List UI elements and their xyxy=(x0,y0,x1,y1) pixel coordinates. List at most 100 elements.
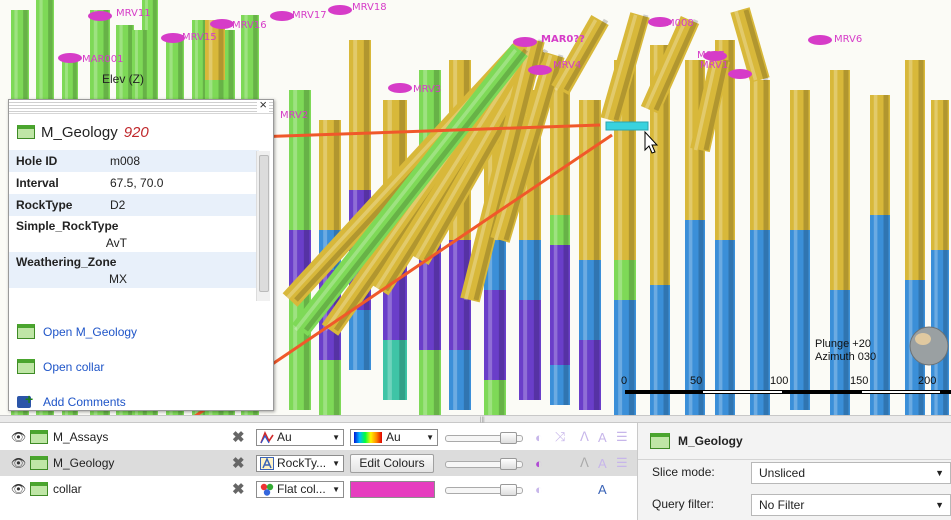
colour-column-value: RockTy... xyxy=(277,456,327,470)
add-comments-link[interactable]: Add Comments xyxy=(17,384,137,410)
well-label-mrv4: MRV4 xyxy=(553,60,582,71)
attribute-scrollbar[interactable] xyxy=(256,151,270,301)
collar-marker xyxy=(728,69,752,79)
text-icon[interactable]: A xyxy=(598,456,607,471)
colour-mode-select[interactable]: Flat col... ▼ xyxy=(256,480,344,498)
slice-icon[interactable]: ◐ xyxy=(535,430,543,445)
add-comments-label: Add Comments xyxy=(43,394,126,409)
layer-list: 👁 M_Assays ✖ Au ▼ Au ▼ ◐ ⤨ ᐱ A ☰ 👁 M_Geo… xyxy=(0,423,637,520)
well-label-mrv17: MRV17 xyxy=(292,10,327,21)
colour-ramp-label: Au xyxy=(386,429,401,444)
attribute-value: MX xyxy=(109,272,127,286)
chevron-down-icon: ▼ xyxy=(332,432,340,442)
eye-icon[interactable]: 👁 xyxy=(11,430,26,444)
collar-marker xyxy=(58,53,82,63)
slider-handle[interactable] xyxy=(500,458,517,470)
globe-highlight xyxy=(915,333,931,345)
table-icon xyxy=(17,359,35,374)
list-icon[interactable]: ☰ xyxy=(616,455,628,471)
elevation-axis-label: Elev (Z) xyxy=(102,72,144,86)
label-icon[interactable]: ᐱ xyxy=(580,429,589,445)
layer-row-collar[interactable]: 👁 collar ✖ Flat col... ▼ ◐ A xyxy=(0,476,637,502)
eye-icon[interactable]: 👁 xyxy=(11,456,26,470)
well-label-mrv11: MRV11 xyxy=(116,8,151,19)
slice-mode-value: Unsliced xyxy=(759,466,806,480)
well-label-mrv18: MRV18 xyxy=(352,2,387,13)
label-icon[interactable]: ᐱ xyxy=(580,455,589,471)
collar-marker xyxy=(388,83,412,93)
chevron-down-icon: ▼ xyxy=(332,458,340,468)
slice-icon[interactable]: ◐ xyxy=(535,482,543,497)
query-filter-select[interactable]: No Filter ▼ xyxy=(751,494,951,516)
colour-column-select[interactable]: Au ▼ xyxy=(256,428,344,446)
popup-drag-handle[interactable]: × xyxy=(9,100,273,114)
layer-name: collar xyxy=(53,482,82,496)
open-collar-link[interactable]: Open collar xyxy=(17,349,137,384)
popup-table-name: M_Geology xyxy=(41,123,118,141)
open-table-link[interactable]: Open M_Geology xyxy=(17,314,137,349)
collar-marker xyxy=(808,35,832,45)
flat-colour-swatch[interactable] xyxy=(350,480,435,498)
text-icon[interactable]: A xyxy=(598,430,607,445)
slider-handle[interactable] xyxy=(500,432,517,444)
open-collar-label: Open collar xyxy=(43,359,105,374)
scale-tick-100: 100 xyxy=(770,375,789,387)
table-icon xyxy=(17,125,35,139)
chevron-down-icon: ▼ xyxy=(935,468,944,478)
attribute-value: 67.5, 70.0 xyxy=(110,176,164,190)
attribute-row: Hole ID m008 xyxy=(9,150,259,172)
chevron-down-icon: ▼ xyxy=(332,484,340,494)
slice-icon[interactable]: ◐ xyxy=(535,456,543,471)
well-label-mrv6: MRV6 xyxy=(834,34,863,45)
attribute-value: m008 xyxy=(110,154,141,168)
properties-header: M_Geology xyxy=(650,433,743,449)
filter-icon[interactable]: ⤨ xyxy=(555,429,565,445)
colour-column-select[interactable]: RockTy... ▼ xyxy=(256,454,344,472)
attribute-key: Hole ID xyxy=(16,154,58,168)
colour-ramp-select[interactable]: Au ▼ xyxy=(350,428,438,446)
slice-mode-select[interactable]: Unsliced ▼ xyxy=(751,462,951,484)
collar-marker xyxy=(88,11,112,21)
attribute-key: Interval xyxy=(16,176,59,190)
colour-ramp-swatch xyxy=(354,431,382,443)
scene-viewport[interactable]: MRV11 MRV15 MRV16 MRV17 MRV18 MAR001 MAR0?? MRV… xyxy=(0,0,951,415)
layer-row-m-assays[interactable]: 👁 M_Assays ✖ Au ▼ Au ▼ ◐ ⤨ ᐱ A ☰ xyxy=(0,424,637,450)
properties-title: M_Geology xyxy=(678,434,743,448)
opacity-slider[interactable] xyxy=(445,432,525,444)
open-table-label: Open M_Geology xyxy=(43,324,138,339)
remove-layer-icon[interactable]: ✖ xyxy=(232,454,245,472)
well-label-mar0xx: MAR0?? xyxy=(541,34,585,45)
remove-layer-icon[interactable]: ✖ xyxy=(232,428,245,446)
table-icon xyxy=(650,433,670,449)
panel-splitter[interactable]: ||| xyxy=(0,415,951,423)
attribute-key: Weathering_Zone xyxy=(16,255,117,269)
well-label-mrv16: MRV16 xyxy=(232,20,267,31)
colour-column-value: Au xyxy=(277,430,292,444)
list-icon[interactable]: ☰ xyxy=(616,429,628,445)
layer-name: M_Assays xyxy=(53,430,109,444)
text-icon[interactable]: A xyxy=(598,482,607,497)
slider-handle[interactable] xyxy=(500,484,517,496)
add-comment-icon xyxy=(17,391,35,410)
attribute-key: RockType xyxy=(16,198,73,212)
scrollbar-thumb[interactable] xyxy=(259,155,269,292)
well-label-mrv3: MRV3 xyxy=(413,84,442,95)
eye-icon[interactable]: 👁 xyxy=(11,482,26,496)
close-icon[interactable]: × xyxy=(257,100,269,112)
orientation-readout: Plunge +20 Azimuth 030 xyxy=(815,338,876,364)
properties-panel: M_Geology Slice mode: Unsliced ▼ Query f… xyxy=(637,423,951,520)
chevron-down-icon: ▼ xyxy=(935,500,944,510)
orientation-globe-icon xyxy=(909,326,949,366)
attribute-value: D2 xyxy=(110,198,126,212)
remove-layer-icon[interactable]: ✖ xyxy=(232,480,245,498)
scale-tick-0: 0 xyxy=(621,375,628,387)
graph-icon xyxy=(260,430,274,443)
well-label-mrv1: MRV1 xyxy=(700,60,729,71)
opacity-slider[interactable] xyxy=(445,458,525,470)
attribute-value: AvT xyxy=(105,236,127,250)
opacity-slider[interactable] xyxy=(445,484,525,496)
attribute-row: Weathering_Zone MX xyxy=(9,252,259,288)
layer-row-m-geology[interactable]: 👁 M_Geology ✖ RockTy... ▼ Edit Colours ◐… xyxy=(0,450,637,476)
object-info-popup[interactable]: × M_Geology 920 Hole ID m008 Interval 67… xyxy=(8,99,274,411)
edit-colours-button[interactable]: Edit Colours xyxy=(350,453,434,473)
